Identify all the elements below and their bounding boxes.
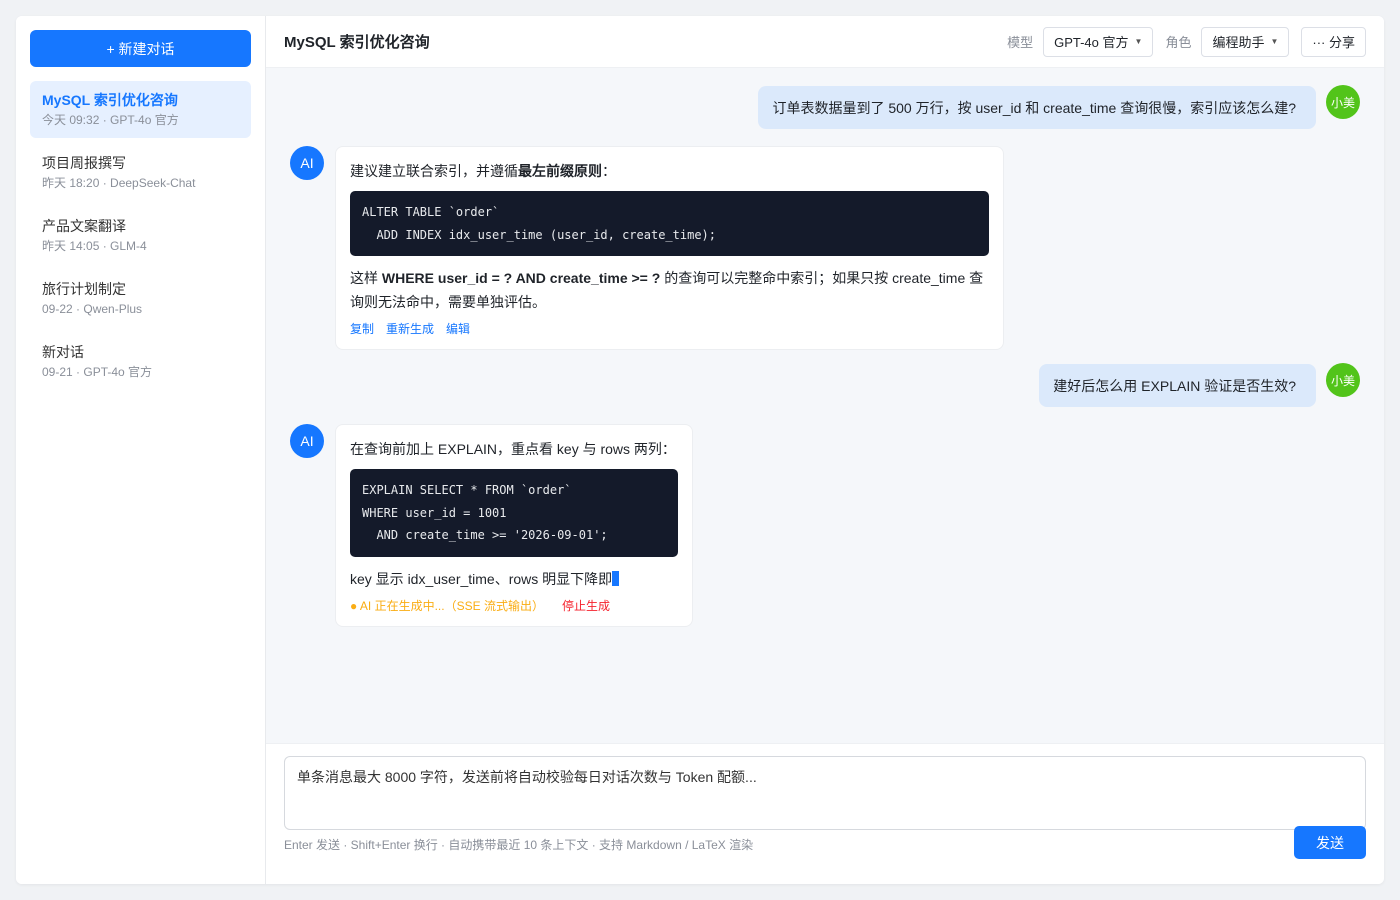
user-message: 建好后怎么用 EXPLAIN 验证是否生效? [1039,364,1316,407]
text-span: 这样 [350,270,382,286]
user-avatar: 小美 [1326,85,1360,119]
ai-avatar: AI [290,146,324,180]
conversation-meta: 昨天 14:05 · GLM-4 [42,239,147,253]
caret-down-icon: ▼ [1134,37,1143,46]
ai-message-text: key 显示 idx_user_time、rows 明显下降即 [350,567,678,591]
chat-header: MySQL 索引优化咨询 模型 GPT-4o 官方 ▼ 角色 编程助手 ▼ ··… [266,16,1384,68]
role-select-value: 编程助手 [1212,35,1265,50]
conversation-title: 旅行计划制定 [42,281,126,297]
ai-message: 建议建立联合索引，并遵循最左前缀原则： ALTER TABLE `order` … [335,146,1004,350]
model-select-value: GPT-4o 官方 [1054,35,1129,50]
user-avatar: 小美 [1326,363,1360,397]
chat-main: MySQL 索引优化咨询 模型 GPT-4o 官方 ▼ 角色 编程助手 ▼ ··… [266,16,1384,884]
model-label: 模型 [1007,35,1034,50]
conversation-item[interactable]: 产品文案翻译 昨天 14:05 · GLM-4 [30,207,251,264]
share-button[interactable]: ··· 分享 [1301,26,1366,57]
bold-text: 最左前缀原则 [518,163,602,179]
text-span: 建议建立联合索引，并遵循 [350,163,518,179]
generation-status-bar: ● AI 正在生成中...（SSE 流式输出） 停止生成 [350,597,678,614]
composer: 单条消息最大 8000 字符，发送前将自动校验每日对话次数与 Token 配额.… [266,743,1384,884]
share-label: ··· 分享 [1312,35,1355,50]
conversation-title: 产品文案翻译 [42,218,126,234]
bold-text: WHERE user_id = ? AND create_time >= ? [381,270,661,286]
sidebar: + 新建对话 MySQL 索引优化咨询 今天 09:32 · GPT-4o 官方… [16,16,266,884]
new-chat-button[interactable]: + 新建对话 [30,30,251,67]
user-message: 订单表数据量到了 500 万行，按 user_id 和 create_time … [758,86,1316,129]
streaming-text: key 显示 idx_user_time、rows 明显下降即 [350,570,613,587]
code-line: WHERE user_id = 1001 [362,505,507,520]
conversation-meta: 今天 09:32 · GPT-4o 官方 [42,113,179,127]
message-list: 订单表数据量到了 500 万行，按 user_id 和 create_time … [266,68,1384,743]
input-hint: Enter 发送 · Shift+Enter 换行 · 自动携带最近 10 条上… [284,838,754,852]
model-select[interactable]: GPT-4o 官方 ▼ [1043,26,1154,57]
stop-generation-button[interactable]: 停止生成 [562,597,610,614]
typing-cursor-icon [612,570,620,586]
conversation-meta: 昨天 18:20 · DeepSeek-Chat [42,176,196,190]
caret-down-icon: ▼ [1270,37,1279,46]
send-button[interactable]: 发送 [1294,826,1366,859]
generating-status: ● AI 正在生成中...（SSE 流式输出） [350,598,544,613]
regenerate-button[interactable]: 重新生成 [386,320,434,337]
code-line: AND create_time >= '2026-09-01'; [362,528,608,542]
message-input[interactable]: 单条消息最大 8000 字符，发送前将自动校验每日对话次数与 Token 配额.… [284,756,1366,830]
edit-button[interactable]: 编辑 [446,320,470,337]
code-block: EXPLAIN SELECT * FROM `order` WHERE user… [350,469,678,557]
conversation-meta: 09-22 · Qwen-Plus [42,302,143,316]
conversation-item[interactable]: MySQL 索引优化咨询 今天 09:32 · GPT-4o 官方 [30,81,251,138]
conversation-meta: 09-21 · GPT-4o 官方 [42,365,153,379]
conversation-title: 项目周报撰写 [42,155,126,171]
message-input-placeholder: 单条消息最大 8000 字符，发送前将自动校验每日对话次数与 Token 配额.… [297,769,757,785]
user-message-text: 订单表数据量到了 500 万行，按 user_id 和 create_time … [772,99,1296,116]
user-message-text: 建好后怎么用 EXPLAIN 验证是否生效? [1053,377,1296,394]
ai-message: 在查询前加上 EXPLAIN，重点看 key 与 rows 两列： EXPLAI… [335,424,693,627]
ai-message-text: 建议建立联合索引，并遵循最左前缀原则： [350,159,989,183]
role-label: 角色 [1165,35,1192,50]
text-span: ： [602,163,616,179]
code-line: EXPLAIN SELECT * FROM `order` [362,483,572,497]
app-window: + 新建对话 MySQL 索引优化咨询 今天 09:32 · GPT-4o 官方… [16,16,1384,884]
ai-message-text: 在查询前加上 EXPLAIN，重点看 key 与 rows 两列： [350,441,676,457]
code-line: ALTER TABLE `order` [362,205,500,219]
conversation-title: MySQL 索引优化咨询 [42,92,178,108]
code-line: ADD INDEX idx_user_time (user_id, create… [362,227,717,242]
conversation-item[interactable]: 新对话 09-21 · GPT-4o 官方 [30,333,251,390]
conversation-item[interactable]: 旅行计划制定 09-22 · Qwen-Plus [30,270,251,327]
code-block: ALTER TABLE `order` ADD INDEX idx_user_t… [350,191,989,256]
role-select[interactable]: 编程助手 ▼ [1201,26,1290,57]
page-title: MySQL 索引优化咨询 [284,34,430,51]
copy-button[interactable]: 复制 [350,320,374,337]
conversation-title: 新对话 [42,344,84,360]
conversation-item[interactable]: 项目周报撰写 昨天 18:20 · DeepSeek-Chat [30,144,251,201]
ai-message-text: 这样 WHERE user_id = ? AND create_time >= … [350,266,989,314]
ai-avatar: AI [290,424,324,458]
message-actions: 复制 重新生成 编辑 [350,320,989,337]
